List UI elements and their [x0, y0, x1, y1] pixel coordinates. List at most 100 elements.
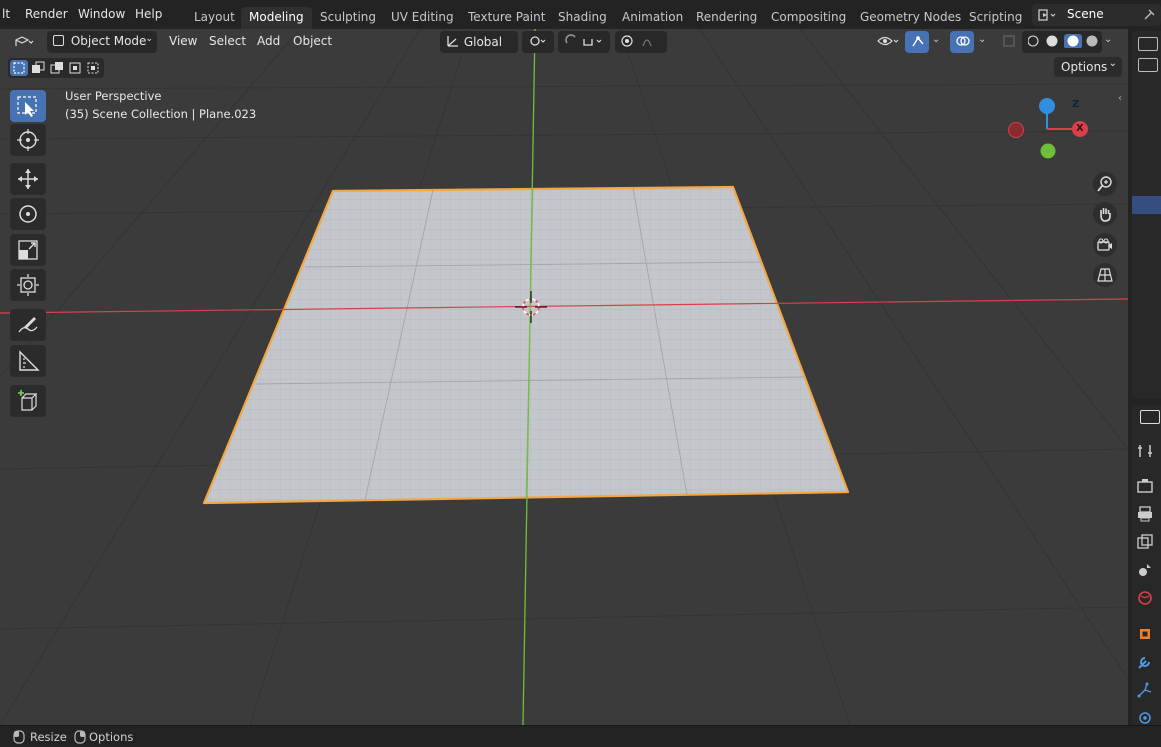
physics-icon[interactable] — [1137, 710, 1153, 726]
chevron-down-icon[interactable]: ⌄ — [932, 34, 940, 45]
perspective-toggle-button[interactable] — [1093, 263, 1117, 287]
wrench-icon[interactable] — [1137, 654, 1153, 670]
status-options-label: Options — [89, 730, 134, 744]
outliner-filter-icon[interactable] — [1138, 58, 1158, 72]
cursor-tool[interactable] — [10, 124, 46, 156]
camera-view-button[interactable] — [1093, 233, 1117, 257]
outliner-display-icon[interactable] — [1138, 37, 1158, 51]
move-icon — [18, 169, 38, 189]
output-properties-icon[interactable] — [1137, 506, 1153, 522]
visibility-button[interactable] — [870, 31, 904, 53]
object-mode-icon — [53, 35, 64, 46]
editor-type-button[interactable] — [7, 31, 41, 53]
particles-icon[interactable] — [1137, 682, 1153, 698]
overlays-toggle-button[interactable] — [950, 31, 974, 53]
scale-tool[interactable] — [10, 234, 46, 266]
properties-editor-icon[interactable] — [1140, 410, 1160, 424]
menu-render[interactable]: Render — [25, 7, 68, 21]
measure-tool[interactable] — [10, 345, 46, 377]
view-layer-icon[interactable] — [1137, 534, 1153, 550]
proportional-edit-button[interactable] — [615, 31, 667, 53]
select-extend-icon[interactable] — [29, 60, 47, 76]
menu-object[interactable]: Object — [293, 34, 332, 48]
select-invert-icon[interactable] — [67, 60, 85, 76]
options-label: Options — [1061, 60, 1108, 74]
tab-scripting[interactable]: Scripting — [961, 7, 1030, 29]
menu-window[interactable]: Window — [78, 7, 125, 21]
tab-shading[interactable]: Shading — [550, 7, 615, 29]
tab-texture-paint[interactable]: Texture Paint — [460, 7, 553, 29]
sidebar-toggle-icon[interactable]: ‹ — [1118, 93, 1122, 104]
tab-animation[interactable]: Animation — [614, 7, 691, 29]
gizmo-toggle-button[interactable] — [905, 31, 929, 53]
select-intersect-icon[interactable] — [85, 60, 103, 76]
chevron-down-icon: ⌄ — [145, 34, 153, 44]
status-resize-label: Resize — [30, 730, 67, 744]
pivot-icon — [530, 36, 546, 46]
rotate-icon — [19, 205, 37, 223]
mode-selector[interactable]: Object Mode ⌄ — [47, 31, 157, 53]
cursor-icon — [17, 129, 39, 151]
snap-icon — [565, 34, 602, 46]
menu-view[interactable]: View — [169, 34, 197, 48]
add-cube-tool[interactable] — [10, 385, 46, 417]
gizmo-icon — [912, 36, 924, 47]
xray-icon — [1003, 35, 1015, 47]
xray-button[interactable] — [996, 31, 1018, 53]
chevron-down-icon[interactable]: ⌄ — [1104, 34, 1112, 45]
tab-geometry-nodes[interactable]: Geometry Nodes — [852, 7, 969, 29]
scene-name[interactable]: Scene — [1067, 7, 1104, 21]
scene-properties-icon[interactable] — [1137, 562, 1153, 578]
snap-button[interactable] — [558, 31, 610, 53]
tab-uv-editing[interactable]: UV Editing — [383, 7, 462, 29]
select-box-icon — [13, 62, 25, 74]
pivot-point-button[interactable] — [522, 31, 554, 53]
tab-layout[interactable]: Layout — [186, 7, 243, 29]
annotate-icon — [18, 317, 38, 333]
overlays-icon — [956, 36, 970, 46]
status-bar: Resize Options — [0, 725, 1161, 747]
add-cube-icon — [18, 390, 38, 411]
outliner-edge — [1132, 31, 1161, 399]
scene-canvas[interactable] — [0, 29, 1128, 725]
gizmo-z-label[interactable]: Z — [1072, 99, 1079, 110]
move-tool[interactable] — [10, 163, 46, 195]
pan-button[interactable] — [1093, 202, 1117, 226]
annotate-tool[interactable] — [10, 309, 46, 341]
scale-icon — [18, 240, 38, 260]
select-box-tool[interactable] — [10, 90, 46, 122]
transform-tool[interactable] — [10, 269, 46, 301]
3d-viewport[interactable]: Z X Object Mode ⌄ View Select Add Object… — [0, 29, 1128, 725]
world-properties-icon[interactable] — [1137, 590, 1153, 606]
shading-icons — [1027, 34, 1098, 49]
menu-edit[interactable]: lt — [2, 7, 10, 21]
select-subtract-icon[interactable] — [48, 60, 66, 76]
tool-settings-icon[interactable] — [1137, 443, 1153, 459]
editor-type-icon — [15, 36, 34, 46]
render-properties-icon[interactable] — [1137, 478, 1153, 494]
select-new-button[interactable] — [10, 60, 28, 76]
camera-icon — [1097, 238, 1112, 251]
object-properties-icon[interactable] — [1137, 626, 1153, 642]
mouse-left-icon — [13, 730, 25, 744]
menu-help[interactable]: Help — [135, 7, 162, 21]
options-dropdown[interactable]: Options ⌄ — [1054, 57, 1122, 77]
scene-collection-info: (35) Scene Collection | Plane.023 — [65, 107, 257, 121]
shading-modes[interactable] — [1022, 31, 1102, 53]
menu-select[interactable]: Select — [209, 34, 246, 48]
tab-sculpting[interactable]: Sculpting — [312, 7, 384, 29]
orientation-selector[interactable]: Global — [440, 31, 518, 53]
chevron-down-icon[interactable]: ⌄ — [978, 34, 986, 45]
tab-compositing[interactable]: Compositing — [763, 7, 854, 29]
tab-modeling[interactable]: Modeling — [241, 7, 312, 29]
outliner-selected-row[interactable] — [1132, 196, 1161, 214]
gizmo-x-label[interactable]: X — [1076, 123, 1084, 134]
pin-icon[interactable] — [1142, 8, 1156, 22]
chevron-down-icon: ⌄ — [1108, 58, 1117, 69]
zoom-button[interactable] — [1093, 172, 1117, 196]
tab-rendering[interactable]: Rendering — [688, 7, 765, 29]
rotate-tool[interactable] — [10, 198, 46, 230]
menu-add[interactable]: Add — [257, 34, 280, 48]
orientation-label: Global — [463, 35, 503, 49]
select-cursor-icon — [17, 96, 37, 117]
